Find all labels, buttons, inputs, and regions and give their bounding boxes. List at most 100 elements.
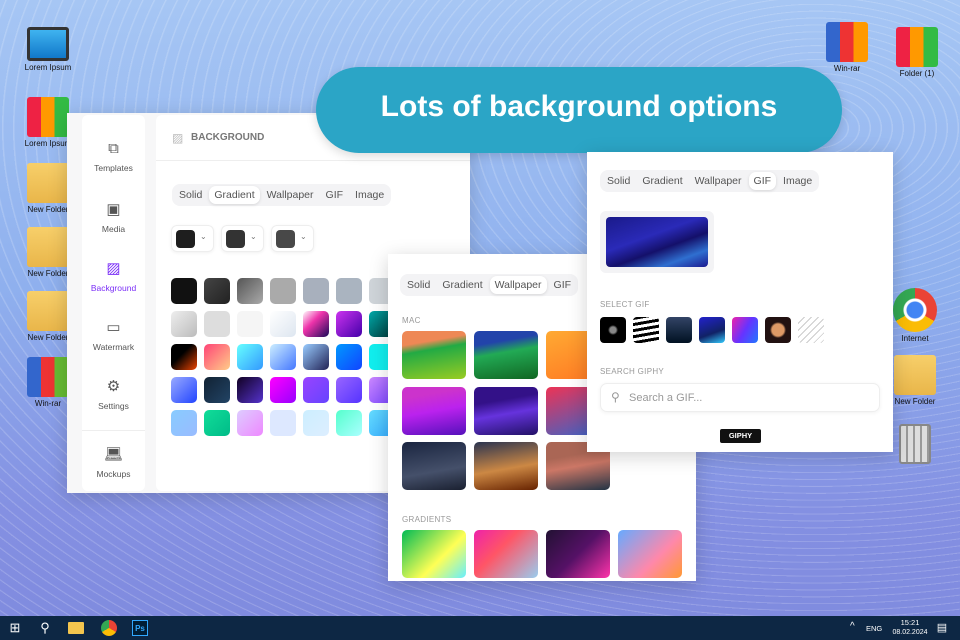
background-icon: ▨ <box>172 131 184 145</box>
color-picker[interactable]: ⌄ <box>171 225 214 252</box>
gradient-swatch[interactable] <box>237 377 263 403</box>
gif-thumb[interactable] <box>666 317 692 343</box>
gradient-swatch[interactable] <box>204 278 230 304</box>
sidebar-item-background[interactable]: ▨ Background <box>82 259 145 293</box>
color-picker[interactable]: ⌄ <box>271 225 314 252</box>
gradient-swatch[interactable] <box>303 377 329 403</box>
search-icon[interactable]: ⚲ <box>37 620 53 636</box>
gradient-wallpaper-thumb[interactable] <box>402 530 466 578</box>
sidebar-item-watermark[interactable]: ▭ Watermark <box>82 318 145 352</box>
gradient-swatch[interactable] <box>336 311 362 337</box>
gradient-swatch[interactable] <box>171 410 197 436</box>
gradient-swatch[interactable] <box>336 410 362 436</box>
gradient-swatch[interactable] <box>303 278 329 304</box>
tab-image[interactable]: Image <box>350 186 389 204</box>
panel-title: BACKGROUND <box>191 132 265 143</box>
desktop-icon-winrar[interactable]: Win-rar <box>812 22 882 73</box>
gradient-swatch[interactable] <box>237 278 263 304</box>
gradient-swatch[interactable] <box>336 377 362 403</box>
file-explorer-icon[interactable] <box>68 622 84 634</box>
watermark-icon: ▭ <box>106 319 121 336</box>
windows-start-icon[interactable]: ⊞ <box>7 620 23 636</box>
sidebar-item-settings[interactable]: ⚙ Settings <box>82 377 145 411</box>
tab-gif[interactable]: GIF <box>321 186 349 204</box>
search-placeholder: Search a GIF... <box>629 392 703 404</box>
gradient-wallpaper-thumb[interactable] <box>546 530 610 578</box>
sidebar-item-mockups[interactable]: 💻︎ Mockups <box>82 445 145 479</box>
chevron-down-icon: ⌄ <box>300 232 307 241</box>
gradient-swatch[interactable] <box>237 344 263 370</box>
mac-wallpaper-thumb[interactable] <box>402 442 466 490</box>
gradient-swatch[interactable] <box>336 278 362 304</box>
desktop-icon-binders[interactable]: Folder (1) <box>882 27 952 78</box>
chrome-icon[interactable] <box>101 620 117 636</box>
tab-gradient[interactable]: Gradient <box>209 186 260 204</box>
tab-gif[interactable]: GIF <box>549 276 577 294</box>
gif-thumb[interactable] <box>765 317 791 343</box>
gradient-swatch[interactable] <box>270 278 296 304</box>
gradient-swatch[interactable] <box>237 311 263 337</box>
chevron-down-icon: ⌄ <box>200 232 207 241</box>
tab-solid[interactable]: Solid <box>402 276 435 294</box>
mac-wallpaper-thumb[interactable] <box>402 331 466 379</box>
mac-wallpaper-thumb[interactable] <box>474 387 538 435</box>
gradient-swatch[interactable] <box>270 311 296 337</box>
mac-wallpaper-thumb[interactable] <box>474 442 538 490</box>
gradient-swatch[interactable] <box>303 410 329 436</box>
sidebar-item-media[interactable]: ▣ Media <box>82 200 145 234</box>
language-indicator[interactable]: ENG <box>866 624 882 633</box>
gradient-swatch[interactable] <box>171 278 197 304</box>
laptop-icon: 💻︎ <box>103 446 124 463</box>
divider <box>82 430 145 431</box>
gradient-swatch[interactable] <box>204 410 230 436</box>
gif-search-input[interactable]: ⚲ Search a GIF... <box>600 383 880 412</box>
gif-thumb[interactable] <box>732 317 758 343</box>
gradient-swatch[interactable] <box>336 344 362 370</box>
gradient-swatch[interactable] <box>171 311 197 337</box>
section-label: SELECT GIF <box>600 300 650 309</box>
gradient-swatch[interactable] <box>171 344 197 370</box>
chevron-up-icon[interactable]: ^ <box>850 621 855 632</box>
gradient-swatch[interactable] <box>303 311 329 337</box>
tab-gif[interactable]: GIF <box>748 172 777 190</box>
tab-solid[interactable]: Solid <box>174 186 207 204</box>
selected-gif-preview[interactable] <box>600 211 714 273</box>
tab-wallpaper[interactable]: Wallpaper <box>489 276 547 294</box>
gif-thumb[interactable] <box>798 317 824 343</box>
gradient-wallpaper-thumb[interactable] <box>618 530 682 578</box>
color-picker[interactable]: ⌄ <box>221 225 264 252</box>
gradient-swatch[interactable] <box>204 377 230 403</box>
clock-date[interactable]: 08.02.2024 <box>888 629 932 636</box>
taskbar: ⊞ ⚲ Ps ^ ENG 15:21 08.02.2024 ▤ <box>0 616 960 640</box>
desktop-icon-computer[interactable]: Lorem Ipsum <box>13 27 83 72</box>
gradient-wallpaper-thumb[interactable] <box>474 530 538 578</box>
sidebar-item-templates[interactable]: ⧉ Templates <box>82 140 145 173</box>
gradient-swatch[interactable] <box>270 344 296 370</box>
tab-wallpaper[interactable]: Wallpaper <box>262 186 319 204</box>
tab-wallpaper[interactable]: Wallpaper <box>690 172 747 190</box>
gradient-swatch[interactable] <box>270 410 296 436</box>
gif-thumb[interactable] <box>600 317 626 343</box>
background-type-tabs: Solid Gradient Wallpaper GIF Image <box>600 170 820 192</box>
tab-gradient[interactable]: Gradient <box>637 172 687 190</box>
section-label: SEARCH GIPHY <box>600 367 665 376</box>
gif-panel: Solid Gradient Wallpaper GIF Image SELECT GI… <box>587 152 893 452</box>
gradient-swatch[interactable] <box>237 410 263 436</box>
notification-icon[interactable]: ▤ <box>934 620 950 636</box>
tab-solid[interactable]: Solid <box>602 172 635 190</box>
gif-thumb[interactable] <box>699 317 725 343</box>
tab-image[interactable]: Image <box>778 172 817 190</box>
photoshop-icon[interactable]: Ps <box>132 620 148 636</box>
gradient-swatch[interactable] <box>204 311 230 337</box>
gradient-swatch[interactable] <box>303 344 329 370</box>
gif-thumb[interactable] <box>633 317 659 343</box>
gradient-swatch[interactable] <box>204 344 230 370</box>
gradient-swatch[interactable] <box>171 377 197 403</box>
media-icon: ▣ <box>106 201 121 218</box>
mac-wallpaper-thumb[interactable] <box>474 331 538 379</box>
clock-time[interactable]: 15:21 <box>890 618 930 627</box>
gradient-swatch[interactable] <box>270 377 296 403</box>
mac-wallpaper-thumb[interactable] <box>402 387 466 435</box>
tab-gradient[interactable]: Gradient <box>437 276 487 294</box>
chevron-down-icon: ⌄ <box>250 232 257 241</box>
